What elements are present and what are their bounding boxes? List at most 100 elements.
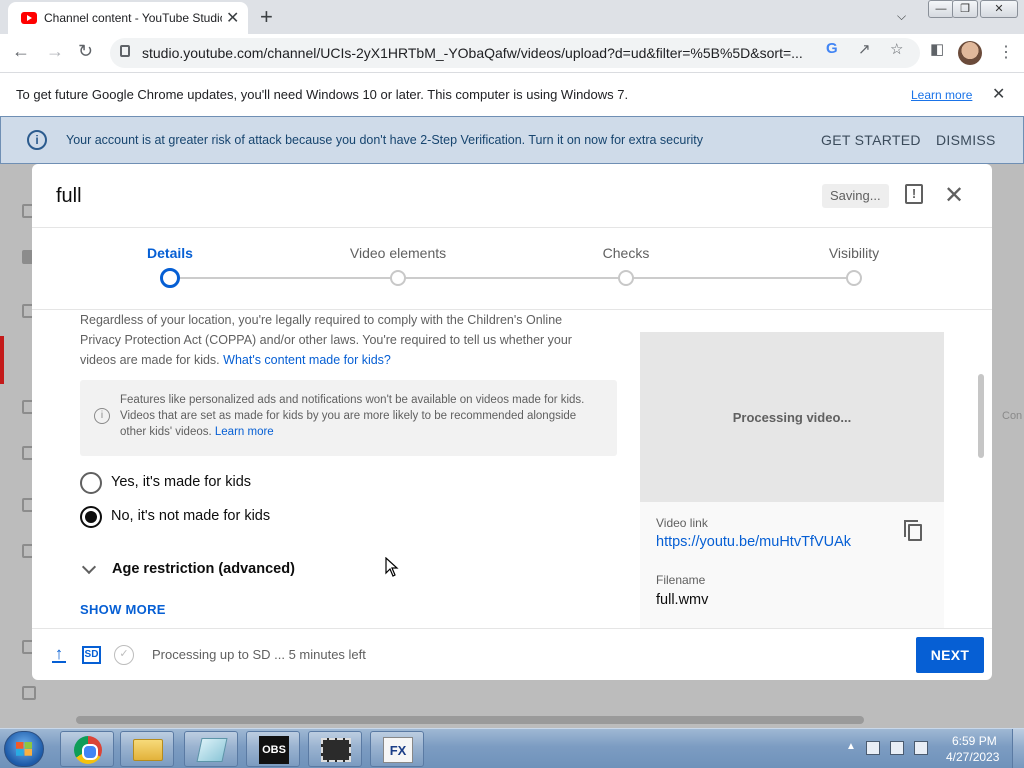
film-strip-icon	[321, 738, 351, 762]
info-icon: i	[27, 130, 47, 150]
forward-arrow-icon[interactable]: →	[46, 41, 64, 62]
checks-icon[interactable]: ✓	[114, 645, 134, 665]
video-preview-card: Processing video... Video link https://y…	[640, 332, 944, 628]
dialog-scrollbar[interactable]	[978, 374, 984, 458]
content-for-kids-link[interactable]: What's content made for kids?	[223, 353, 391, 367]
processing-status: Processing up to SD ... 5 minutes left	[152, 647, 366, 662]
taskbar-obs[interactable]: OBS	[246, 731, 300, 767]
start-button[interactable]	[4, 731, 44, 767]
coppa-description: Regardless of your location, you're lega…	[80, 310, 600, 370]
taskbar-movie-maker[interactable]	[308, 731, 362, 767]
dialog-close-icon[interactable]: ✕	[944, 181, 964, 210]
video-link-label: Video link	[656, 516, 708, 530]
upload-details-dialog: full Saving... ! ✕ Details Video element…	[32, 164, 992, 680]
show-more-button[interactable]: SHOW MORE	[80, 602, 166, 617]
chrome-icon	[74, 736, 102, 764]
feedback-icon[interactable]: !	[905, 184, 923, 204]
next-button[interactable]: NEXT	[916, 637, 984, 673]
update-message: To get future Google Chrome updates, you…	[16, 87, 629, 102]
processing-video-text: Processing video...	[732, 410, 852, 425]
tab-search-chevron-icon[interactable]: ⌵	[897, 9, 906, 24]
dialog-footer: ↑ SD ✓ Processing up to SD ... 5 minutes…	[32, 628, 992, 680]
video-preview: Processing video...	[640, 332, 944, 502]
made-for-kids-yes-label[interactable]: Yes, it's made for kids	[111, 474, 251, 490]
infobar-close-icon[interactable]: ✕	[992, 84, 1005, 104]
dialog-title: full	[56, 185, 82, 207]
side-panel-icon[interactable]: ◧	[930, 40, 944, 58]
upload-arrow-icon[interactable]: ↑	[52, 645, 66, 663]
lock-icon[interactable]	[120, 45, 130, 57]
step-video-elements-dot[interactable]	[390, 270, 406, 286]
tab-close-icon[interactable]: ✕	[226, 8, 239, 28]
show-desktop-button[interactable]	[1012, 729, 1024, 768]
google-translate-icon[interactable]: G	[826, 40, 838, 57]
get-started-button[interactable]: GET STARTED	[821, 132, 921, 148]
active-nav-indicator	[0, 336, 4, 384]
volume-muted-icon[interactable]	[914, 741, 928, 755]
step-details[interactable]: Details	[147, 245, 193, 261]
stepper-track	[170, 277, 854, 279]
notice-paragraph: Features like personalized ads and notif…	[120, 392, 600, 440]
restore-button[interactable]: ❐	[952, 0, 978, 18]
dismiss-button[interactable]: DISMISS	[936, 132, 996, 148]
window-close-button[interactable]: ✕	[980, 0, 1018, 18]
upload-stepper: Details Video elements Checks Visibility	[32, 228, 992, 310]
step-checks-dot[interactable]	[618, 270, 634, 286]
show-hidden-icons-icon[interactable]: ▲	[846, 741, 856, 752]
taskbar-explorer[interactable]	[120, 731, 174, 767]
action-center-flag-icon[interactable]	[866, 741, 880, 755]
fx-icon: FX	[383, 737, 413, 763]
windows-logo-icon	[16, 742, 32, 756]
page-horizontal-scrollbar[interactable]	[76, 716, 864, 724]
share-icon[interactable]: ↗	[858, 40, 871, 58]
filename-value: full.wmv	[656, 592, 709, 608]
youtube-studio-favicon-icon	[21, 12, 37, 24]
background-column-label: Con	[1002, 410, 1023, 422]
details-content: Regardless of your location, you're lega…	[32, 310, 992, 628]
made-for-kids-yes-radio[interactable]	[80, 472, 102, 494]
address-bar[interactable]: studio.youtube.com/channel/UCIs-2yX1HRTb…	[110, 38, 920, 68]
tab-title: Channel content - YouTube Studio	[44, 11, 222, 25]
new-tab-button[interactable]: +	[260, 4, 273, 30]
security-banner: i Your account is at greater risk of att…	[0, 116, 1024, 164]
reload-icon[interactable]: ↻	[78, 41, 93, 62]
step-checks[interactable]: Checks	[603, 245, 650, 261]
age-restriction-toggle[interactable]: Age restriction (advanced)	[112, 561, 295, 577]
back-arrow-icon[interactable]: ←	[12, 41, 30, 62]
notice-text: Features like personalized ads and notif…	[120, 394, 585, 438]
made-for-kids-no-label[interactable]: No, it's not made for kids	[111, 508, 270, 524]
clock-date[interactable]: 4/27/2023	[946, 750, 999, 764]
browser-tab[interactable]: Channel content - YouTube Studio ✕	[8, 2, 248, 34]
security-message: Your account is at greater risk of attac…	[66, 133, 703, 147]
url-text[interactable]: studio.youtube.com/channel/UCIs-2yX1HRTb…	[142, 45, 803, 61]
taskbar-fx-app[interactable]: FX	[370, 731, 424, 767]
filename-label: Filename	[656, 573, 706, 587]
notice-learn-more-link[interactable]: Learn more	[215, 426, 274, 438]
update-learn-more-link[interactable]: Learn more	[911, 88, 972, 102]
network-icon[interactable]	[890, 741, 904, 755]
clock-time[interactable]: 6:59 PM	[952, 734, 997, 748]
bookmark-star-icon[interactable]: ☆	[890, 40, 903, 58]
windows-taskbar: OBS FX ▲ 6:59 PM 4/27/2023	[0, 728, 1024, 768]
profile-avatar[interactable]	[958, 41, 982, 65]
browser-toolbar: ← → ↻ studio.youtube.com/channel/UCIs-2y…	[0, 34, 1024, 72]
made-for-kids-no-radio[interactable]	[80, 506, 102, 528]
step-visibility-dot[interactable]	[846, 270, 862, 286]
video-link[interactable]: https://youtu.be/muHtvTfVUAk	[656, 534, 851, 550]
notepad-icon	[196, 738, 228, 762]
chevron-down-icon[interactable]	[81, 559, 97, 575]
step-details-dot[interactable]	[160, 268, 180, 288]
tab-strip: Channel content - YouTube Studio ✕ + ⌵ —…	[0, 0, 1024, 34]
folder-icon	[133, 739, 163, 761]
kids-features-notice: i Features like personalized ads and not…	[80, 380, 617, 456]
chrome-menu-icon[interactable]: ⋮	[998, 42, 1014, 62]
step-video-elements[interactable]: Video elements	[350, 245, 446, 261]
copy-icon[interactable]	[904, 520, 922, 541]
dialog-header: full Saving... ! ✕	[32, 164, 992, 228]
taskbar-notepad[interactable]	[184, 731, 238, 767]
sd-badge-icon[interactable]: SD	[82, 646, 101, 664]
chrome-update-infobar: To get future Google Chrome updates, you…	[0, 72, 1024, 116]
taskbar-chrome[interactable]	[60, 731, 114, 767]
minimize-button[interactable]: —	[928, 0, 954, 18]
step-visibility[interactable]: Visibility	[829, 245, 879, 261]
